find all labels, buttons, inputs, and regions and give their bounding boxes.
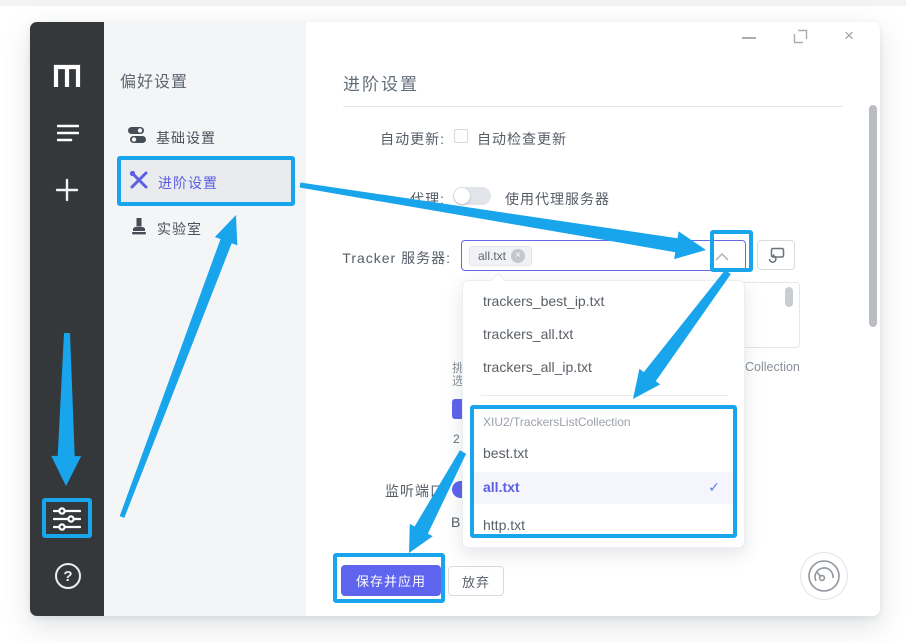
preferences-title: 偏好设置 xyxy=(120,68,188,92)
tracker-count-fragment: 2 xyxy=(453,432,460,446)
proxy-label: 代理: xyxy=(410,189,445,209)
lab-icon xyxy=(130,216,148,236)
dropdown-item[interactable]: trackers_all.txt xyxy=(463,318,746,351)
minimize-button[interactable] xyxy=(742,37,756,39)
help-glyph: ? xyxy=(55,563,81,589)
speed-indicator-button[interactable] xyxy=(800,552,848,600)
tracker-dropdown: trackers_best_ip.txt trackers_all.txt tr… xyxy=(462,280,745,548)
dropdown-group-label: XIU2/TrackersListCollection xyxy=(483,415,631,429)
speedometer-icon xyxy=(807,559,841,593)
dropdown-item[interactable]: trackers_best_ip.txt xyxy=(463,285,746,318)
maximize-button[interactable] xyxy=(793,29,808,44)
title-divider xyxy=(343,106,843,107)
advanced-settings-icon xyxy=(129,170,149,190)
proxy-toggle[interactable] xyxy=(453,187,491,205)
proxy-toggle-knob xyxy=(454,188,470,204)
dropdown-item[interactable]: best.txt xyxy=(463,437,746,469)
auto-update-checkbox-label[interactable]: 自动检查更新 xyxy=(477,129,567,149)
tracker-tag: all.txt × xyxy=(469,246,532,266)
hint-fragment-2: 选 xyxy=(452,372,462,389)
sidebar-item-basic-settings[interactable]: 基础设置 xyxy=(156,128,216,148)
tag-remove-icon[interactable]: × xyxy=(511,249,525,263)
sidebar-item-advanced-settings[interactable]: 进阶设置 xyxy=(158,173,218,193)
proxy-toggle-label: 使用代理服务器 xyxy=(505,189,610,209)
check-icon: ✓ xyxy=(708,471,720,503)
page-top-strip xyxy=(0,0,906,6)
save-apply-button[interactable]: 保存并应用 xyxy=(341,565,441,596)
sidebar-item-lab[interactable]: 实验室 xyxy=(157,219,202,239)
screenshot-stage: ? 偏好设置 基础设置 进阶设置 xyxy=(0,0,906,643)
tracker-select[interactable]: all.txt × xyxy=(461,240,746,271)
basic-settings-icon xyxy=(127,126,147,144)
task-list-icon[interactable] xyxy=(57,123,79,143)
dropdown-divider xyxy=(481,395,728,396)
bt-row-fragment: B xyxy=(451,514,461,530)
hint-fragment-tail: Collection xyxy=(745,360,800,374)
motrix-logo-icon xyxy=(51,62,83,90)
auto-update-label: 自动更新: xyxy=(380,129,445,149)
help-icon[interactable]: ? xyxy=(54,562,82,590)
discard-button[interactable]: 放弃 xyxy=(448,566,504,596)
sync-trackers-button[interactable] xyxy=(757,240,795,270)
page-title: 进阶设置 xyxy=(343,70,419,95)
preferences-panel: 偏好设置 xyxy=(104,22,306,616)
auto-update-checkbox[interactable] xyxy=(454,129,468,143)
app-sidebar: ? xyxy=(30,22,104,616)
textarea-scrollbar[interactable] xyxy=(785,287,793,307)
preferences-sliders-icon[interactable] xyxy=(52,506,82,532)
dropdown-item[interactable]: trackers_all_ip.txt xyxy=(463,351,746,384)
dropdown-item[interactable]: http.txt xyxy=(463,509,746,541)
tracker-tag-text: all.txt xyxy=(478,249,506,263)
dropdown-item-selected[interactable]: all.txt xyxy=(463,471,746,503)
window-scrollbar[interactable] xyxy=(869,105,877,327)
chevron-up-icon[interactable] xyxy=(715,253,729,261)
tracker-label: Tracker 服务器: xyxy=(342,248,451,268)
close-button[interactable]: × xyxy=(844,26,854,46)
listen-port-label: 监听端口 xyxy=(385,481,445,501)
add-task-icon[interactable] xyxy=(55,178,79,202)
app-window: ? 偏好设置 基础设置 进阶设置 xyxy=(30,22,880,616)
